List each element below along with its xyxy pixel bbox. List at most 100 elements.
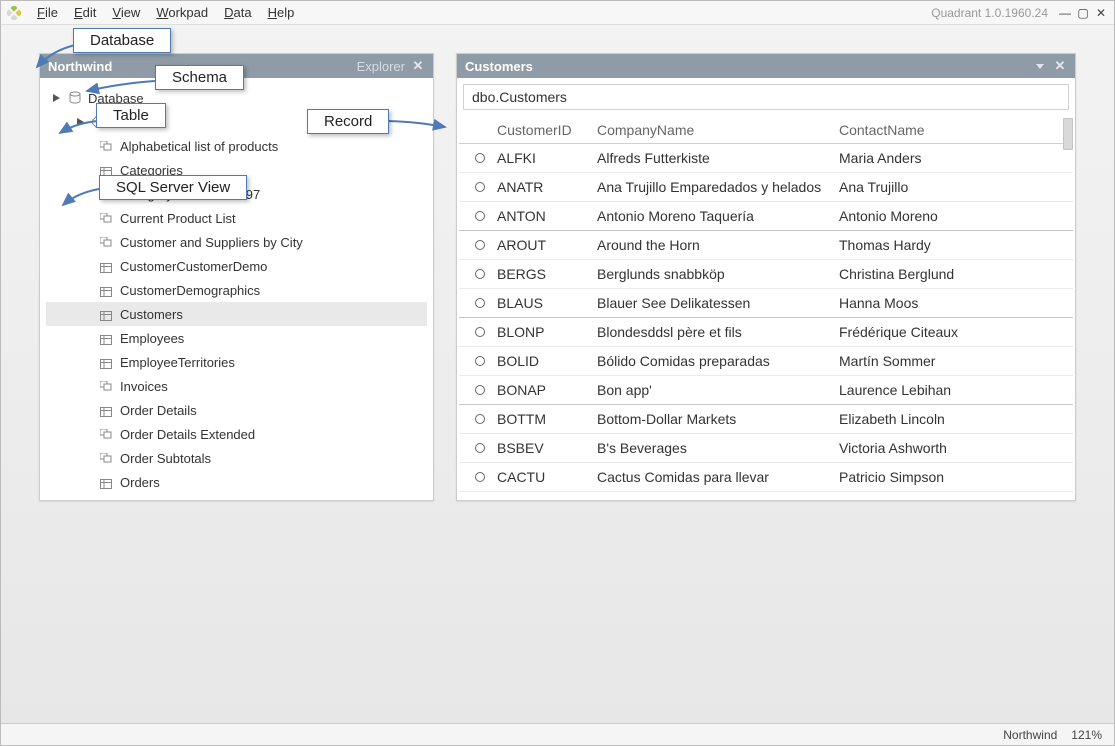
table-row[interactable]: CACTUCactus Comidas para llevarPatricio … [459,463,1073,492]
explorer-close-icon[interactable]: ✕ [411,59,425,73]
record-bullet-icon [475,414,485,424]
cell-customerid: BERGS [497,266,597,282]
table-row[interactable]: ANATRAna Trujillo Emparedados y heladosA… [459,173,1073,202]
view-icon [100,141,114,151]
cell-customerid: ANTON [497,208,597,224]
column-customerid[interactable]: CustomerID [497,122,597,138]
menu-edit[interactable]: Edit [66,3,104,22]
table-row[interactable]: ANTONAntonio Moreno TaqueríaAntonio More… [459,202,1073,231]
tree-item[interactable]: Customers [46,302,427,326]
path-text: dbo.Customers [472,89,567,105]
table-row[interactable]: BONAPBon app'Laurence Lebihan [459,376,1073,405]
app-window: FileEditViewWorkpadDataHelp Quadrant 1.0… [0,0,1115,746]
tree-item[interactable]: Alphabetical list of products [46,134,427,158]
tree-item[interactable]: CustomerDemographics [46,278,427,302]
cell-contactname: Christina Berglund [839,266,1073,282]
panel-menu-icon[interactable] [1033,59,1047,73]
cell-customerid: CACTU [497,469,597,485]
tree-item[interactable]: Order Subtotals [46,446,427,470]
close-button[interactable]: ✕ [1094,6,1108,19]
table-row[interactable]: BOLIDBólido Comidas preparadasMartín Som… [459,347,1073,376]
table-row[interactable]: BOTTMBottom-Dollar MarketsElizabeth Linc… [459,405,1073,434]
tree-item[interactable]: Current Product List [46,206,427,230]
tree-item-label: Invoices [120,379,168,394]
tree-item-label: Customers [120,307,183,322]
callout-record: Record [307,109,389,134]
view-icon [100,453,114,463]
record-bullet-icon [475,211,485,221]
tree-item[interactable]: Customer and Suppliers by City [46,230,427,254]
table-row[interactable]: BSBEVB's BeveragesVictoria Ashworth [459,434,1073,463]
expander-icon[interactable] [52,93,62,103]
status-bar: Northwind 121% [1,723,1114,745]
menu-help[interactable]: Help [260,3,303,22]
menubar: FileEditViewWorkpadDataHelp Quadrant 1.0… [1,1,1114,25]
explorer-subtitle: Explorer [357,59,405,74]
tree-item[interactable]: Order Details [46,398,427,422]
scrollbar-thumb[interactable] [1063,118,1073,150]
record-bullet-icon [475,298,485,308]
window-controls: — ▢ ✕ [1058,6,1108,19]
cell-contactname: Patricio Simpson [839,469,1073,485]
table-icon [100,285,114,295]
table-row[interactable]: BERGSBerglunds snabbköpChristina Berglun… [459,260,1073,289]
workspace: Northwind Explorer ✕ Database [1,25,1114,723]
tree-item-label: Current Product List [120,211,236,226]
record-bullet-icon [475,472,485,482]
menu-workpad[interactable]: Workpad [148,3,216,22]
column-contactname[interactable]: ContactName [839,122,1073,138]
cell-customerid: BLONP [497,324,597,340]
explorer-tree: Database dbo Alphabetical list of produc… [40,78,433,500]
menu-view[interactable]: View [104,3,148,22]
table-row[interactable]: ALFKIAlfreds FutterkisteMaria Anders [459,144,1073,173]
menu-data[interactable]: Data [216,3,259,22]
customers-header: Customers ✕ [457,54,1075,78]
status-name: Northwind [1003,728,1057,742]
record-bullet-icon [475,240,485,250]
cell-companyname: Berglunds snabbköp [597,266,839,282]
path-bar[interactable]: dbo.Customers [463,84,1069,110]
customers-close-icon[interactable]: ✕ [1053,59,1067,73]
record-bullet-icon [475,269,485,279]
cell-customerid: BOLID [497,353,597,369]
callout-schema: Schema [155,65,244,90]
minimize-button[interactable]: — [1058,6,1072,19]
table-row[interactable]: BLONPBlondesddsl père et filsFrédérique … [459,318,1073,347]
menu-file[interactable]: File [29,3,66,22]
callout-view: SQL Server View [99,175,247,200]
cell-customerid: BSBEV [497,440,597,456]
table-row[interactable]: AROUTAround the HornThomas Hardy [459,231,1073,260]
tree-item-label: Order Details Extended [120,427,255,442]
view-icon [100,381,114,391]
cell-companyname: Blauer See Delikatessen [597,295,839,311]
cell-companyname: Around the Horn [597,237,839,253]
tree-item-label: Order Details [120,403,197,418]
tree-item-label: Alphabetical list of products [120,139,278,154]
tree-item[interactable]: Employees [46,326,427,350]
data-grid: CustomerID CompanyName ContactName ALFKI… [457,116,1075,500]
tree-item[interactable]: CustomerCustomerDemo [46,254,427,278]
tree-item[interactable]: Invoices [46,374,427,398]
column-companyname[interactable]: CompanyName [597,122,839,138]
table-icon [100,405,114,415]
view-icon [100,429,114,439]
cell-contactname: Hanna Moos [839,295,1073,311]
view-icon [100,237,114,247]
cell-contactname: Maria Anders [839,150,1073,166]
cell-customerid: ALFKI [497,150,597,166]
record-bullet-icon [475,356,485,366]
cell-contactname: Victoria Ashworth [839,440,1073,456]
table-row[interactable]: BLAUSBlauer See DelikatessenHanna Moos [459,289,1073,318]
app-title: Quadrant 1.0.1960.24 [931,6,1048,20]
tree-item[interactable]: Orders [46,470,427,494]
tree-item[interactable]: Order Details Extended [46,422,427,446]
cell-companyname: B's Beverages [597,440,839,456]
maximize-button[interactable]: ▢ [1076,6,1090,19]
cell-contactname: Frédérique Citeaux [839,324,1073,340]
cell-companyname: Alfreds Futterkiste [597,150,839,166]
tree-item[interactable]: EmployeeTerritories [46,350,427,374]
cell-companyname: Bon app' [597,382,839,398]
cell-companyname: Bottom-Dollar Markets [597,411,839,427]
tree-item-label: Orders [120,475,160,490]
expander-icon[interactable] [76,117,86,127]
